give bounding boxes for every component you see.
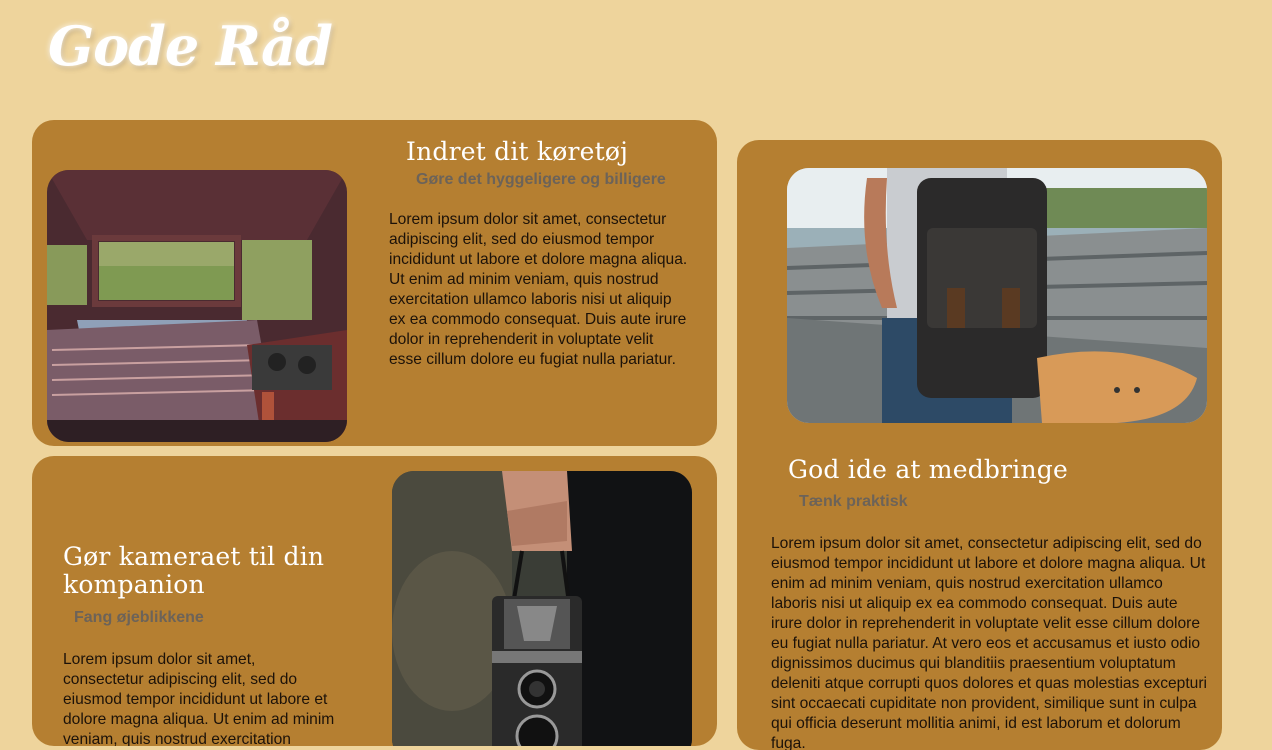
card-subtitle: Fang øjeblikkene bbox=[74, 609, 204, 626]
card-body: Lorem ipsum dolor sit amet, consectetur … bbox=[63, 651, 335, 746]
vintage-camera-photo bbox=[392, 471, 692, 746]
van-interior-photo bbox=[47, 170, 347, 442]
card-packing: God ide at medbringe Tænk praktisk Lorem… bbox=[737, 140, 1222, 750]
card-body: Lorem ipsum dolor sit amet, consectetur … bbox=[389, 211, 688, 368]
card-subtitle: Tænk praktisk bbox=[799, 493, 908, 510]
card-title: Gør kameraet til din kompanion bbox=[63, 542, 325, 599]
card-camera: Gør kameraet til din kompanion Fang øjeb… bbox=[32, 456, 717, 746]
card-subtitle: Gøre det hyggeligere og billigere bbox=[416, 171, 666, 188]
card-title: Indret dit køretøj bbox=[406, 137, 629, 166]
site-logo[interactable]: Gode Råd bbox=[48, 14, 333, 78]
card-body: Lorem ipsum dolor sit amet, consectetur … bbox=[771, 535, 1208, 750]
card-title: God ide at medbringe bbox=[788, 455, 1068, 484]
card-vehicle: Indret dit køretøj Gøre det hyggeligere … bbox=[32, 120, 717, 446]
backpack-skateboard-photo bbox=[787, 168, 1207, 423]
